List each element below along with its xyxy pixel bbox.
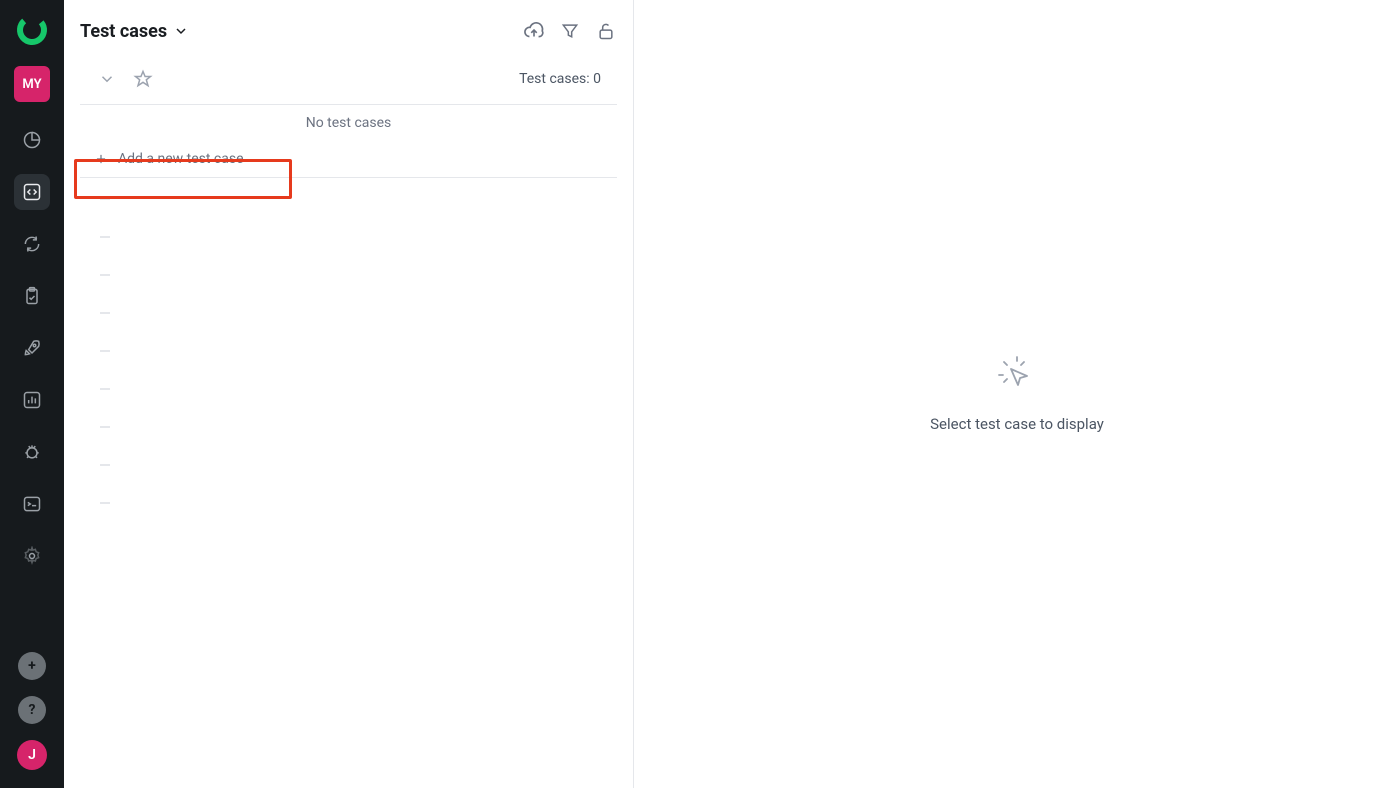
favorite-toggle[interactable] xyxy=(132,68,154,90)
refresh-icon xyxy=(22,234,42,254)
nav-cycles[interactable] xyxy=(14,226,50,262)
nav-launches[interactable] xyxy=(14,330,50,366)
nav-defects[interactable] xyxy=(14,434,50,470)
filter-icon xyxy=(560,21,580,41)
detail-panel: Select test case to display xyxy=(634,0,1400,788)
terminal-icon xyxy=(22,494,42,514)
ghost-line xyxy=(100,502,110,504)
rocket-icon xyxy=(22,338,42,358)
ghost-line xyxy=(100,312,110,314)
ghost-line xyxy=(100,236,110,238)
bug-icon xyxy=(22,442,42,462)
app-logo[interactable] xyxy=(14,12,50,48)
panel-header: Test cases xyxy=(64,0,633,62)
nav-test-cases[interactable] xyxy=(14,174,50,210)
unlock-icon xyxy=(596,21,616,41)
test-case-list: No test cases Add a new test case xyxy=(64,105,633,524)
star-icon xyxy=(133,69,153,89)
bar-chart-icon xyxy=(22,390,42,410)
placeholder-lines xyxy=(80,178,617,524)
ghost-line xyxy=(100,464,110,466)
add-test-case-button[interactable]: Add a new test case xyxy=(80,141,617,178)
nav-analytics[interactable] xyxy=(14,382,50,418)
pie-chart-icon xyxy=(22,130,42,150)
collapse-toggle[interactable] xyxy=(96,68,118,90)
help-button[interactable]: ? xyxy=(18,696,46,724)
sidebar: MY xyxy=(0,0,64,788)
panel-title-dropdown[interactable]: Test cases xyxy=(80,21,189,42)
panel-actions xyxy=(523,20,617,42)
gear-icon xyxy=(22,546,42,566)
code-square-icon xyxy=(22,182,42,202)
nav-icons xyxy=(14,122,50,574)
add-test-case-label: Add a new test case xyxy=(118,151,244,167)
sub-header-controls xyxy=(96,68,154,90)
nav-settings[interactable] xyxy=(14,538,50,574)
nav-clipboard[interactable] xyxy=(14,278,50,314)
chevron-down-icon xyxy=(98,70,116,88)
plus-icon: + xyxy=(28,658,36,674)
filter-button[interactable] xyxy=(559,20,581,42)
cursor-click-icon xyxy=(997,355,1037,395)
chevron-down-icon xyxy=(173,23,189,39)
test-case-count: Test cases: 0 xyxy=(519,71,601,87)
nav-terminal[interactable] xyxy=(14,486,50,522)
ghost-line xyxy=(100,350,110,352)
ghost-line xyxy=(100,388,110,390)
panel-sub-header: Test cases: 0 xyxy=(80,62,617,105)
detail-placeholder-text: Select test case to display xyxy=(930,415,1104,433)
lock-button[interactable] xyxy=(595,20,617,42)
help-icon: ? xyxy=(29,702,36,718)
plus-icon xyxy=(94,152,108,166)
clipboard-icon xyxy=(22,286,42,306)
nav-dashboard[interactable] xyxy=(14,122,50,158)
empty-state-text: No test cases xyxy=(80,105,617,141)
user-avatar[interactable]: J xyxy=(17,740,47,770)
panel-title: Test cases xyxy=(80,21,167,42)
sidebar-bottom: + ? J xyxy=(17,652,47,788)
create-button[interactable]: + xyxy=(18,652,46,680)
ghost-line xyxy=(100,426,110,428)
ghost-line xyxy=(100,274,110,276)
test-cases-panel: Test cases xyxy=(64,0,634,788)
project-badge[interactable]: MY xyxy=(14,66,50,102)
upload-button[interactable] xyxy=(523,20,545,42)
ghost-line xyxy=(100,198,110,200)
upload-cloud-icon xyxy=(523,20,545,42)
